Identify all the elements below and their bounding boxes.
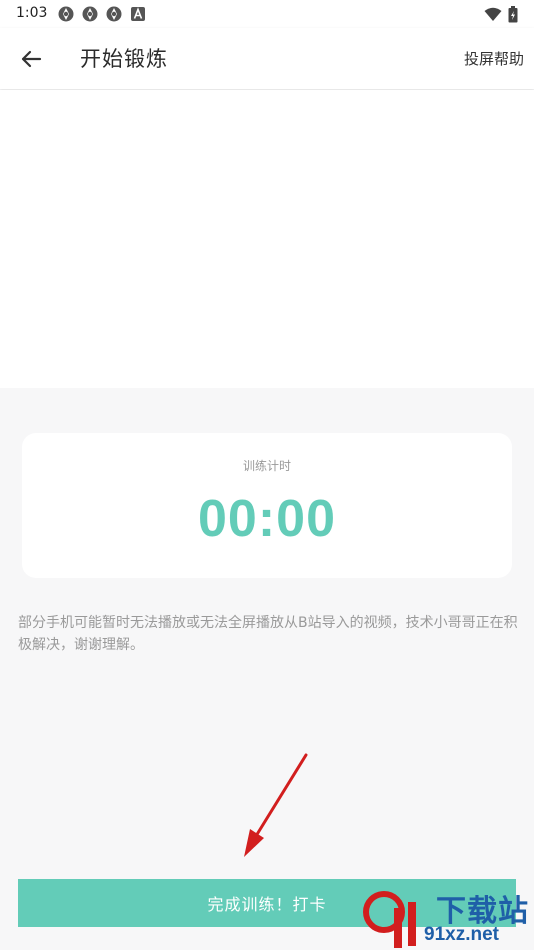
status-time: 1:03 (16, 5, 48, 21)
wifi-icon (484, 7, 502, 21)
a-icon (131, 7, 145, 21)
notification-icons (58, 6, 146, 22)
aperture-icon (82, 6, 98, 22)
playback-notice: 部分手机可能暂时无法播放或无法全屏播放从B站导入的视频，技术小哥哥正在积极解决，… (18, 615, 518, 653)
system-icons (484, 6, 518, 23)
battery-icon (508, 6, 518, 23)
app-bar: 开始锻炼 投屏帮助 (0, 28, 534, 89)
timer-value: 00:00 (198, 490, 336, 548)
arrow-left-icon (21, 50, 42, 68)
page-title: 开始锻炼 (80, 47, 168, 71)
timer-card: 训练计时 00:00 (22, 433, 512, 578)
cast-help-link[interactable]: 投屏帮助 (464, 48, 524, 69)
watermark: 下载站 91xz.net (360, 884, 534, 950)
back-button[interactable] (14, 42, 48, 76)
video-player[interactable] (0, 90, 534, 388)
aperture-icon (58, 6, 74, 22)
timer-label: 训练计时 (242, 459, 291, 473)
watermark-logo-icon (363, 891, 416, 948)
aperture-icon (106, 6, 122, 22)
watermark-bottom-text: 91xz.net (424, 924, 499, 945)
status-bar: 1:03 (0, 0, 534, 28)
